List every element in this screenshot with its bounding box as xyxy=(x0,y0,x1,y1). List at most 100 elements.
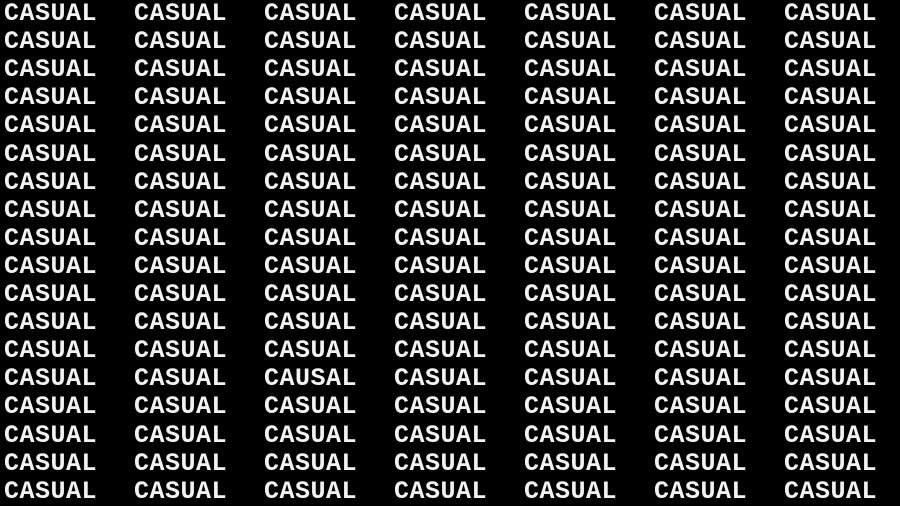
grid-word[interactable]: CASUAL xyxy=(4,0,97,28)
grid-word[interactable]: CASUAL xyxy=(4,337,97,365)
grid-word[interactable]: CASUAL xyxy=(394,449,487,478)
grid-word[interactable]: CASUAL xyxy=(524,56,617,84)
grid-word[interactable]: CASUAL xyxy=(4,28,97,56)
grid-word[interactable]: CASUAL xyxy=(4,449,97,478)
grid-word[interactable]: CASUAL xyxy=(654,28,747,56)
grid-word[interactable]: CASUAL xyxy=(134,309,227,337)
grid-word[interactable]: CASUAL xyxy=(524,337,617,365)
grid-word[interactable]: CASUAL xyxy=(264,281,357,309)
grid-word[interactable]: CASUAL xyxy=(134,477,227,506)
grid-word[interactable]: CASUAL xyxy=(134,393,227,421)
grid-word[interactable]: CASUAL xyxy=(394,224,487,253)
grid-word[interactable]: CASUAL xyxy=(394,252,487,281)
grid-word[interactable]: CASUAL xyxy=(784,421,877,450)
grid-word[interactable]: CASUAL xyxy=(134,112,227,140)
grid-word[interactable]: CASUAL xyxy=(4,140,97,169)
grid-word[interactable]: CASUAL xyxy=(784,309,877,337)
grid-word[interactable]: CASUAL xyxy=(784,28,877,56)
grid-word[interactable]: CASUAL xyxy=(784,196,877,225)
grid-word[interactable]: CASUAL xyxy=(654,421,747,450)
grid-word[interactable]: CASUAL xyxy=(654,224,747,253)
grid-word[interactable]: CASUAL xyxy=(264,168,357,197)
grid-word[interactable]: CASUAL xyxy=(134,449,227,478)
grid-word[interactable]: CASUAL xyxy=(4,477,97,506)
grid-word[interactable]: CASUAL xyxy=(784,393,877,421)
grid-word[interactable]: CASUAL xyxy=(524,140,617,169)
grid-word[interactable]: CASUAL xyxy=(264,28,357,56)
grid-word[interactable]: CASUAL xyxy=(4,252,97,281)
grid-word[interactable]: CASUAL xyxy=(654,0,747,28)
grid-word[interactable]: CASUAL xyxy=(4,309,97,337)
grid-word[interactable]: CASUAL xyxy=(654,84,747,112)
grid-word[interactable]: CASUAL xyxy=(134,421,227,450)
grid-word[interactable]: CASUAL xyxy=(394,56,487,84)
grid-word[interactable]: CASUAL xyxy=(4,365,97,393)
grid-word[interactable]: CASUAL xyxy=(524,28,617,56)
grid-word[interactable]: CASUAL xyxy=(394,196,487,225)
grid-word[interactable]: CASUAL xyxy=(394,84,487,112)
grid-word[interactable]: CASUAL xyxy=(264,56,357,84)
grid-word[interactable]: CASUAL xyxy=(524,477,617,506)
grid-word[interactable]: CASUAL xyxy=(394,140,487,169)
grid-word[interactable]: CASUAL xyxy=(134,224,227,253)
grid-word[interactable]: CASUAL xyxy=(264,84,357,112)
grid-word[interactable]: CASUAL xyxy=(394,477,487,506)
grid-word[interactable]: CASUAL xyxy=(134,168,227,197)
grid-word[interactable]: CASUAL xyxy=(784,449,877,478)
grid-word[interactable]: CASUAL xyxy=(134,337,227,365)
grid-word[interactable]: CASUAL xyxy=(264,421,357,450)
grid-word[interactable]: CASUAL xyxy=(4,393,97,421)
grid-word[interactable]: CASUAL xyxy=(264,252,357,281)
grid-word[interactable]: CASUAL xyxy=(784,337,877,365)
grid-word[interactable]: CASUAL xyxy=(654,393,747,421)
grid-word[interactable]: CASUAL xyxy=(524,168,617,197)
grid-word[interactable]: CASUAL xyxy=(4,196,97,225)
grid-word[interactable]: CASUAL xyxy=(264,112,357,140)
grid-word[interactable]: CASUAL xyxy=(654,140,747,169)
grid-word[interactable]: CASUAL xyxy=(264,0,357,28)
grid-word[interactable]: CASUAL xyxy=(394,112,487,140)
grid-word[interactable]: CASUAL xyxy=(4,112,97,140)
grid-word[interactable]: CASUAL xyxy=(264,140,357,169)
grid-word[interactable]: CASUAL xyxy=(654,112,747,140)
grid-word[interactable]: CASUAL xyxy=(4,168,97,197)
grid-word[interactable]: CASUAL xyxy=(524,421,617,450)
grid-word[interactable]: CASUAL xyxy=(394,28,487,56)
grid-word[interactable]: CASUAL xyxy=(394,0,487,28)
grid-word[interactable]: CASUAL xyxy=(784,0,877,28)
grid-word[interactable]: CASUAL xyxy=(784,56,877,84)
grid-word[interactable]: CASUAL xyxy=(654,365,747,393)
grid-word[interactable]: CASUAL xyxy=(4,56,97,84)
grid-word[interactable]: CASUAL xyxy=(134,0,227,28)
grid-word[interactable]: CASUAL xyxy=(394,421,487,450)
grid-word[interactable]: CASUAL xyxy=(264,224,357,253)
grid-word[interactable]: CASUAL xyxy=(394,309,487,337)
grid-word[interactable]: CASUAL xyxy=(4,281,97,309)
grid-word[interactable]: CASUAL xyxy=(524,252,617,281)
grid-word[interactable]: CASUAL xyxy=(134,365,227,393)
grid-word[interactable]: CASUAL xyxy=(784,477,877,506)
grid-word[interactable]: CASUAL xyxy=(4,421,97,450)
grid-word[interactable]: CASUAL xyxy=(394,393,487,421)
grid-word[interactable]: CASUAL xyxy=(524,449,617,478)
grid-word[interactable]: CASUAL xyxy=(654,337,747,365)
grid-word[interactable]: CASUAL xyxy=(134,84,227,112)
grid-word[interactable]: CASUAL xyxy=(524,84,617,112)
grid-word[interactable]: CASUAL xyxy=(784,112,877,140)
grid-word[interactable]: CASUAL xyxy=(654,196,747,225)
grid-word[interactable]: CASUAL xyxy=(654,281,747,309)
grid-word[interactable]: CASUAL xyxy=(524,365,617,393)
grid-word[interactable]: CASUAL xyxy=(134,281,227,309)
grid-word[interactable]: CASUAL xyxy=(4,84,97,112)
grid-word[interactable]: CASUAL xyxy=(784,365,877,393)
grid-word[interactable]: CASUAL xyxy=(654,56,747,84)
grid-word[interactable]: CASUAL xyxy=(134,196,227,225)
grid-word[interactable]: CASUAL xyxy=(784,252,877,281)
grid-word[interactable]: CASUAL xyxy=(394,337,487,365)
grid-word[interactable]: CASUAL xyxy=(524,112,617,140)
grid-word[interactable]: CASUAL xyxy=(654,309,747,337)
grid-word[interactable]: CASUAL xyxy=(264,196,357,225)
grid-word[interactable]: CASUAL xyxy=(784,224,877,253)
grid-word[interactable]: CASUAL xyxy=(394,365,487,393)
grid-word[interactable]: CASUAL xyxy=(134,140,227,169)
